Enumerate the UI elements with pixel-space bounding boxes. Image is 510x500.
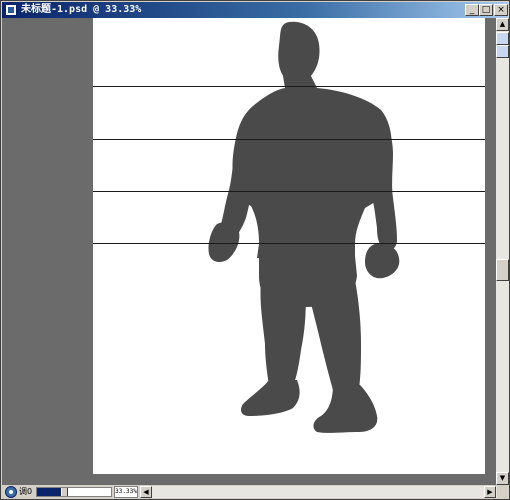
scroll-down-button[interactable]: ▼ (496, 472, 509, 485)
zoom-slider-knob[interactable] (61, 488, 68, 496)
guide-line (93, 86, 485, 87)
resize-corner[interactable] (498, 486, 509, 498)
status-bar: 调0 33.33% ◀ ▶ (2, 485, 509, 499)
scroll-left-button[interactable]: ◀ (140, 486, 152, 498)
guide-line (93, 243, 485, 244)
vertical-scrollbar[interactable]: ▲ ▼ (496, 18, 509, 485)
layers-icon[interactable] (496, 45, 509, 58)
scroll-up-button[interactable]: ▲ (496, 18, 509, 31)
navigator-icon[interactable] (496, 32, 509, 45)
canvas-area[interactable] (2, 18, 496, 485)
document-window: 未标题-1.psd @ 33.33% _ □ × ▲ ▼ 调0 33.33% ◀… (0, 0, 510, 500)
zoom-level-field[interactable]: 33.33% (114, 486, 138, 498)
document-canvas[interactable] (93, 18, 485, 474)
horizontal-scrollbar[interactable]: ◀ ▶ (140, 486, 497, 498)
title-bar[interactable]: 未标题-1.psd @ 33.33% _ □ × (2, 2, 508, 18)
window-title: 未标题-1.psd @ 33.33% (21, 4, 142, 15)
vertical-scroll-thumb[interactable] (496, 259, 509, 281)
scroll-right-button[interactable]: ▶ (484, 486, 496, 498)
zoom-slider[interactable] (36, 487, 112, 497)
close-button[interactable]: × (494, 4, 508, 16)
status-label: 调0 (19, 487, 33, 496)
zoom-slider-fill (37, 488, 61, 496)
guide-line (93, 139, 485, 140)
guide-line (93, 191, 485, 192)
info-icon[interactable] (5, 486, 17, 498)
minimize-button[interactable]: _ (465, 4, 479, 16)
photoshop-document-icon (5, 4, 17, 16)
maximize-button[interactable]: □ (479, 4, 493, 16)
